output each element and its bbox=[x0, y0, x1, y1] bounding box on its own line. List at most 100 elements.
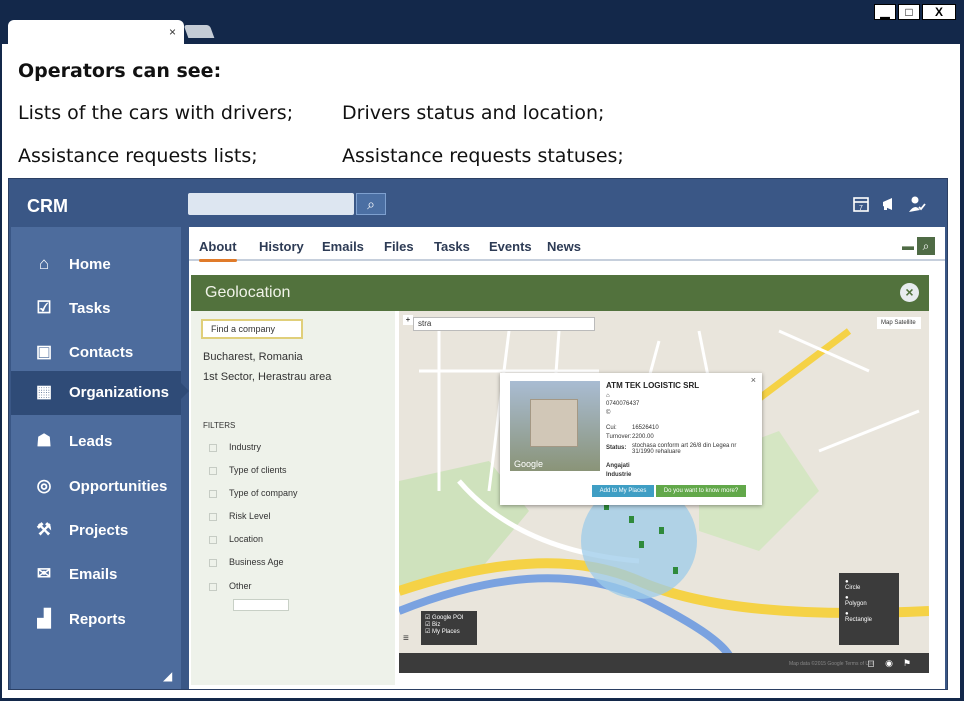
intro-line: Assistance requests lists; bbox=[18, 145, 258, 167]
flag-icon[interactable]: ⚑ bbox=[901, 657, 913, 669]
tab-emails[interactable]: Emails bbox=[322, 239, 364, 254]
sidebar-item-label: Reports bbox=[69, 611, 126, 628]
search-input[interactable] bbox=[188, 193, 354, 215]
filter-checkbox[interactable] bbox=[209, 466, 217, 475]
filter-label: Industry bbox=[229, 442, 262, 452]
flag-icon[interactable]: ▬ bbox=[899, 237, 917, 255]
close-icon[interactable]: × bbox=[751, 375, 756, 385]
search-button[interactable]: ⌕ bbox=[356, 193, 386, 215]
filter-label: Location bbox=[229, 534, 264, 544]
sidebar-item-emails[interactable]: ✉ Emails bbox=[11, 555, 181, 595]
know-more-button[interactable]: Do you want to know more? bbox=[656, 485, 746, 497]
map-type-toggle[interactable]: Map Satellite bbox=[877, 317, 921, 329]
filter-label: Risk Level bbox=[229, 511, 271, 521]
calendar-icon[interactable]: 7 bbox=[851, 195, 871, 215]
add-to-my-places-button[interactable]: Add to My Places bbox=[592, 485, 654, 497]
tab-about[interactable]: About bbox=[199, 239, 237, 262]
filter-checkbox[interactable] bbox=[209, 512, 217, 521]
map-search-input[interactable]: stra bbox=[413, 317, 595, 331]
sidebar-item-projects[interactable]: ⚒ Projects bbox=[11, 511, 181, 551]
map-toolbar: Map data ©2015 Google Terms of Use ◻ ◉ ⚑ bbox=[399, 653, 929, 673]
sidebar-item-reports[interactable]: ▟ Reports bbox=[11, 600, 181, 640]
megaphone-icon[interactable] bbox=[879, 195, 899, 215]
menu-icon[interactable]: ≡ bbox=[403, 633, 409, 644]
close-window-button[interactable]: X bbox=[922, 4, 956, 20]
tab-close-icon[interactable]: × bbox=[169, 25, 176, 39]
sidebar-item-leads[interactable]: ☗ Leads bbox=[11, 422, 181, 462]
filter-item[interactable]: Business Age bbox=[209, 557, 284, 567]
intro-line: Drivers status and location; bbox=[342, 102, 605, 124]
cui-value: 16526410 bbox=[632, 425, 659, 431]
map-copyright: Map data ©2015 Google Terms of Use bbox=[789, 661, 875, 667]
search-icon: ⌕ bbox=[367, 196, 375, 212]
filter-item[interactable]: Risk Level bbox=[209, 511, 271, 521]
photo-tag: Google bbox=[514, 459, 544, 469]
sidebar-item-contacts[interactable]: ▣ Contacts bbox=[11, 333, 181, 373]
filters-heading: FILTERS bbox=[203, 421, 236, 430]
intro-heading: Operators can see: bbox=[18, 60, 222, 82]
stop-icon[interactable]: ◻ bbox=[865, 657, 877, 669]
filter-checkbox[interactable] bbox=[209, 489, 217, 498]
detail-tabs: About History Emails Files Tasks Events … bbox=[189, 227, 945, 262]
city-text: Bucharest, Romania bbox=[203, 351, 303, 363]
svg-text:7: 7 bbox=[859, 205, 863, 212]
filter-label: Type of clients bbox=[229, 465, 287, 475]
tab-history[interactable]: History bbox=[259, 239, 304, 254]
sidebar-item-label: Tasks bbox=[69, 300, 111, 317]
sidebar-item-opportunities[interactable]: ◎ Opportunities bbox=[11, 467, 181, 507]
filter-item[interactable]: Type of clients bbox=[209, 465, 287, 475]
shape-rectangle[interactable]: ● Rectangle bbox=[845, 611, 893, 623]
building-icon: ▦ bbox=[35, 382, 53, 401]
sidebar-item-label: Projects bbox=[69, 522, 129, 539]
sidebar-item-tasks[interactable]: ☑ Tasks bbox=[11, 289, 181, 329]
filter-pane: Find a company Bucharest, Romania 1st Se… bbox=[191, 311, 395, 685]
chart-icon: ▟ bbox=[37, 609, 51, 628]
globe-icon[interactable]: ◉ bbox=[883, 657, 895, 669]
shape-polygon[interactable]: ● Polygon bbox=[845, 595, 893, 607]
filter-item[interactable]: Other bbox=[209, 581, 252, 591]
copyright-icon: © bbox=[606, 410, 611, 416]
map-view[interactable]: stra Map Satellite Google ATM TEK LOGIST… bbox=[399, 311, 929, 673]
sidebar-item-home[interactable]: ⌂ Home bbox=[11, 245, 181, 285]
legend-item[interactable]: ☑ My Places bbox=[425, 628, 473, 635]
filter-checkbox[interactable] bbox=[209, 535, 217, 544]
tab-news[interactable]: News bbox=[547, 239, 581, 254]
layer-legend: ☑ Google POI ☑ Biz ☑ My Places bbox=[421, 611, 477, 645]
new-tab-button[interactable] bbox=[183, 25, 215, 38]
filter-item[interactable]: Industry bbox=[209, 442, 261, 452]
maximize-button[interactable]: □ bbox=[898, 4, 920, 20]
filter-item[interactable]: Type of company bbox=[209, 488, 298, 498]
search-zoom-icon[interactable]: ⌕ bbox=[917, 237, 935, 255]
legend-item[interactable]: ☑ Google POI bbox=[425, 614, 473, 621]
minimize-button[interactable]: ▁ bbox=[874, 4, 896, 20]
sidebar-item-organizations[interactable]: ▦ Organizations bbox=[11, 371, 189, 415]
filter-checkbox[interactable] bbox=[209, 558, 217, 567]
find-company-input[interactable]: Find a company bbox=[201, 319, 303, 339]
sidebar-item-label: Leads bbox=[69, 433, 113, 450]
user-check-icon[interactable] bbox=[907, 195, 927, 215]
filter-checkbox[interactable] bbox=[209, 582, 217, 591]
main-content: About History Emails Files Tasks Events … bbox=[189, 227, 945, 689]
zoom-control[interactable]: + bbox=[403, 315, 413, 325]
geolocation-panel-header: Geolocation × bbox=[191, 275, 929, 311]
filter-label: Other bbox=[229, 581, 252, 591]
tab-files[interactable]: Files bbox=[384, 239, 414, 254]
filter-item[interactable]: Location bbox=[209, 534, 263, 544]
other-filter-input[interactable] bbox=[233, 599, 289, 611]
legend-item[interactable]: ☑ Biz bbox=[425, 621, 473, 628]
brand-logo: CRM bbox=[27, 196, 68, 216]
tab-events[interactable]: Events bbox=[489, 239, 532, 254]
tab-tasks[interactable]: Tasks bbox=[434, 239, 470, 254]
employees-label: Angajati bbox=[606, 463, 630, 469]
close-icon[interactable]: × bbox=[900, 283, 919, 302]
filter-checkbox[interactable] bbox=[209, 443, 217, 452]
home-icon: ⌂ bbox=[38, 254, 50, 273]
phone-number: 0740076437 bbox=[606, 401, 640, 407]
shape-circle[interactable]: ● Circle bbox=[845, 579, 893, 591]
intro-line: Lists of the cars with drivers; bbox=[18, 102, 294, 124]
browser-tab-active[interactable]: × bbox=[8, 20, 184, 46]
sidebar: ⌂ Home ☑ Tasks ▣ Contacts ▦ Organizations ☗ L… bbox=[11, 227, 189, 689]
hammer-icon: ⚒ bbox=[36, 520, 52, 539]
resize-handle-icon[interactable]: ◢ bbox=[163, 669, 172, 683]
turnover-label: Turnover: bbox=[606, 434, 632, 440]
